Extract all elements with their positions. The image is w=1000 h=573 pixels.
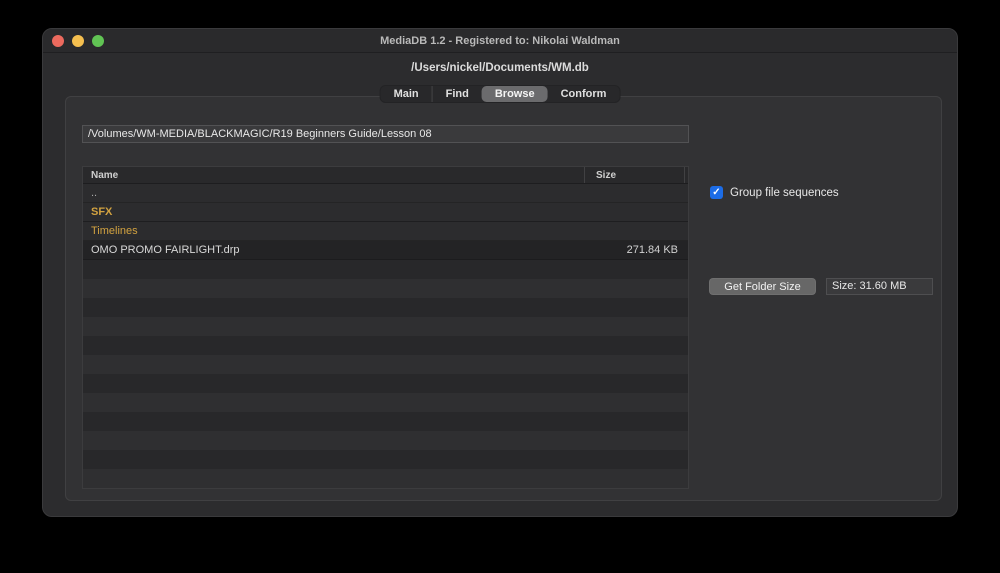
table-row — [83, 431, 688, 450]
file-name-cell — [83, 317, 584, 336]
table-row — [83, 317, 688, 336]
file-table: Name Size ..SFXTimelinesOMO PROMO FAIRLI… — [82, 166, 689, 489]
file-name-cell — [83, 355, 584, 374]
mediadb-window: MediaDB 1.2 - Registered to: Nikolai Wal… — [42, 28, 958, 517]
file-size-cell — [584, 336, 688, 355]
browse-panel: /Volumes/WM-MEDIA/BLACKMAGIC/R19 Beginne… — [65, 96, 942, 501]
database-path-label: /Users/nickel/Documents/WM.db — [43, 62, 957, 74]
tab-browse[interactable]: Browse — [482, 86, 548, 102]
table-row — [83, 260, 688, 279]
table-row[interactable]: OMO PROMO FAIRLIGHT.drp271.84 KB — [83, 241, 688, 260]
table-header: Name Size — [83, 167, 688, 184]
table-row — [83, 298, 688, 317]
get-folder-size-button[interactable]: Get Folder Size — [709, 278, 816, 295]
group-file-sequences-checkbox[interactable]: ✓ Group file sequences — [710, 186, 839, 199]
table-row — [83, 450, 688, 469]
file-name-cell: .. — [83, 184, 584, 202]
traffic-lights — [52, 35, 104, 47]
file-name-cell — [83, 469, 584, 488]
checkbox-label: Group file sequences — [730, 187, 839, 199]
file-size-cell — [584, 374, 688, 393]
table-row — [83, 469, 688, 488]
tab-bar: MainFindBrowseConform — [380, 85, 621, 103]
column-header-name[interactable]: Name — [83, 167, 584, 183]
table-body: ..SFXTimelinesOMO PROMO FAIRLIGHT.drp271… — [83, 184, 688, 488]
minimize-button[interactable] — [72, 35, 84, 47]
file-name-cell — [83, 374, 584, 393]
file-name-cell: OMO PROMO FAIRLIGHT.drp — [83, 241, 584, 259]
file-size-cell — [584, 393, 688, 412]
tab-find[interactable]: Find — [433, 86, 482, 102]
table-row — [83, 355, 688, 374]
column-header-size[interactable]: Size — [584, 167, 688, 183]
file-name-cell: Timelines — [83, 222, 584, 240]
file-size-cell — [584, 412, 688, 431]
file-size-cell — [584, 279, 688, 298]
file-size-cell — [584, 260, 688, 279]
file-name-cell — [83, 450, 584, 469]
file-name-cell — [83, 431, 584, 450]
table-row — [83, 393, 688, 412]
file-size-cell — [584, 222, 688, 240]
table-row — [83, 336, 688, 355]
tab-main[interactable]: Main — [381, 86, 433, 102]
side-controls: ✓ Group file sequences Get Folder Size S… — [710, 97, 940, 500]
file-name-cell: SFX — [83, 203, 584, 221]
current-path-field[interactable]: /Volumes/WM-MEDIA/BLACKMAGIC/R19 Beginne… — [82, 125, 689, 143]
file-size-cell — [584, 431, 688, 450]
file-size-cell — [584, 203, 688, 221]
file-size-cell — [584, 469, 688, 488]
file-name-cell — [83, 412, 584, 431]
file-name-cell — [83, 298, 584, 317]
table-row — [83, 279, 688, 298]
file-name-cell — [83, 393, 584, 412]
checkbox-check-icon: ✓ — [710, 186, 723, 199]
file-size-cell — [584, 450, 688, 469]
title-bar[interactable]: MediaDB 1.2 - Registered to: Nikolai Wal… — [43, 29, 957, 53]
close-button[interactable] — [52, 35, 64, 47]
file-size-cell — [584, 317, 688, 336]
file-size-cell — [584, 355, 688, 374]
file-name-cell — [83, 336, 584, 355]
file-size-cell — [584, 184, 688, 202]
table-row[interactable]: SFX — [83, 203, 688, 222]
table-row[interactable]: Timelines — [83, 222, 688, 241]
file-name-cell — [83, 279, 584, 298]
zoom-button[interactable] — [92, 35, 104, 47]
table-row — [83, 374, 688, 393]
tab-conform[interactable]: Conform — [548, 86, 620, 102]
folder-size-field: Size: 31.60 MB — [826, 278, 933, 295]
window-title: MediaDB 1.2 - Registered to: Nikolai Wal… — [43, 29, 957, 53]
file-size-cell — [584, 298, 688, 317]
table-row[interactable]: .. — [83, 184, 688, 203]
file-size-cell: 271.84 KB — [584, 241, 688, 259]
file-name-cell — [83, 260, 584, 279]
table-row — [83, 412, 688, 431]
